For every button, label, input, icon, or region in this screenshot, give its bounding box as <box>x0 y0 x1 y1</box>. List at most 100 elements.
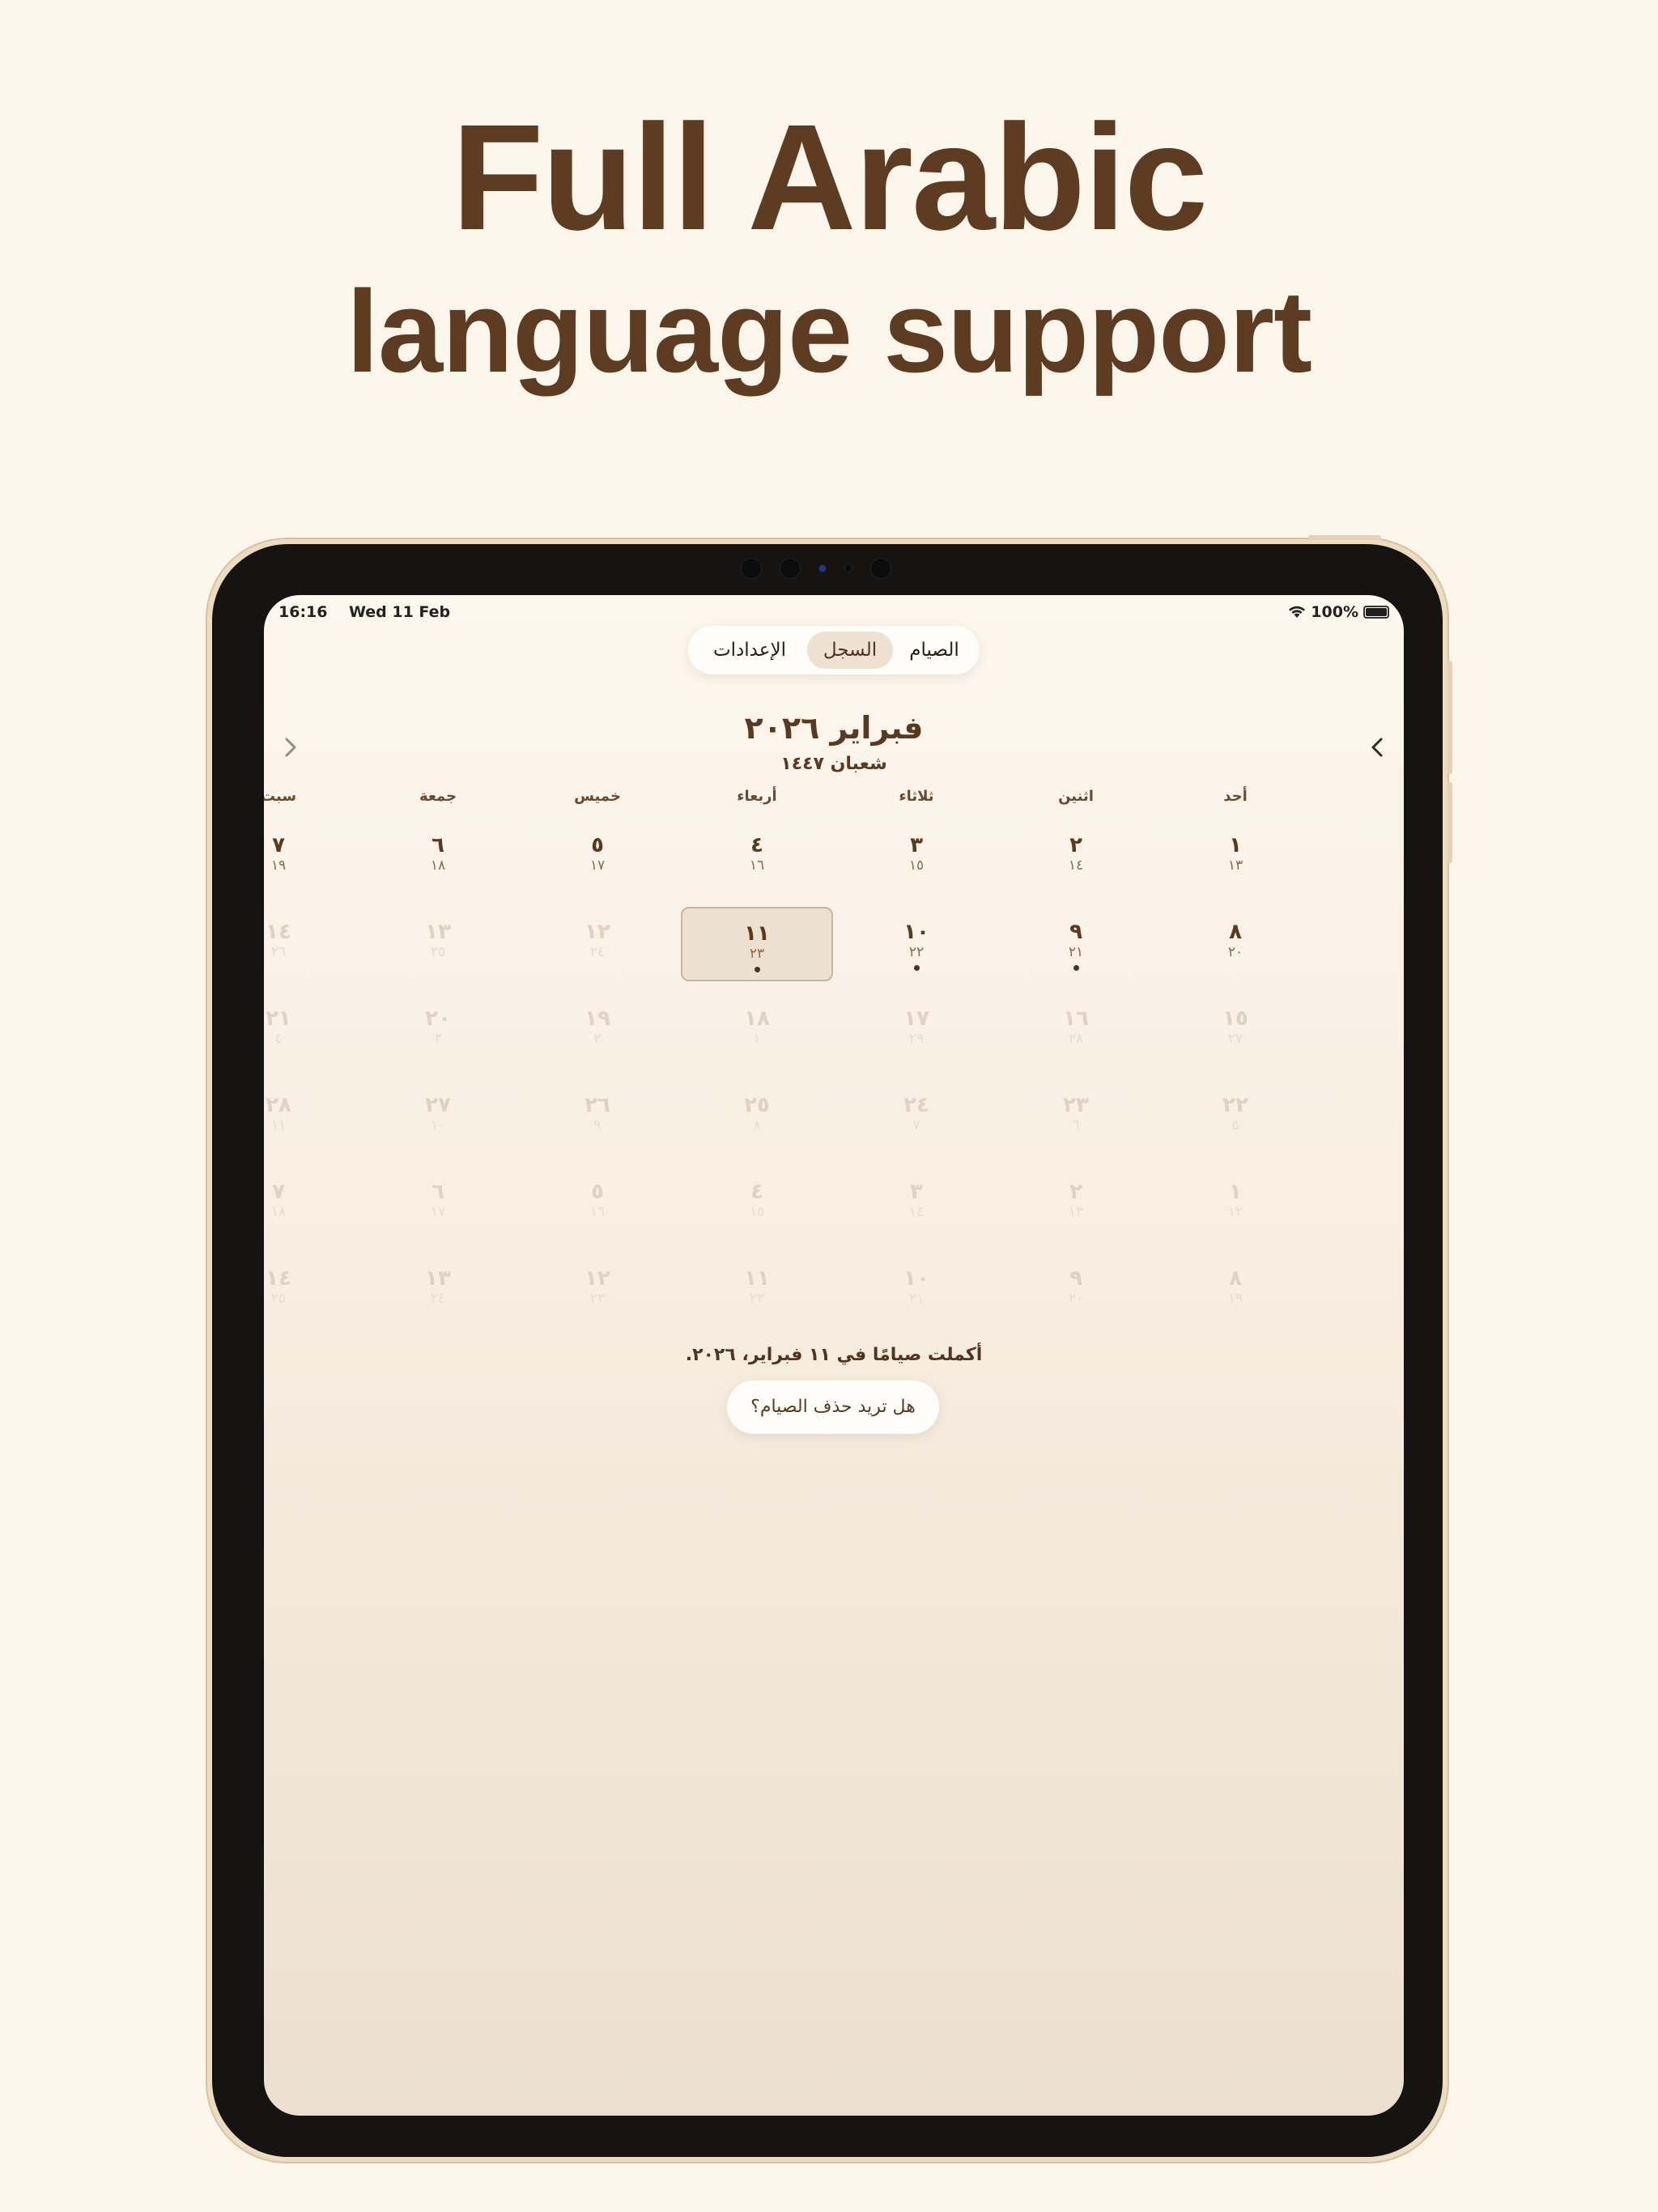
calendar-day[interactable]: ١ ١٢ <box>1159 1167 1312 1241</box>
day-number: ١٠ <box>903 920 929 944</box>
tab-fasting[interactable]: الصيام <box>894 632 975 669</box>
hijri-day-number: ١٣ <box>1227 857 1244 874</box>
day-number: ٢ <box>1069 833 1082 857</box>
calendar-day[interactable]: ١ ١٣ <box>1159 820 1312 895</box>
calendar-day[interactable]: ١٢ ٢٣ <box>521 1253 674 1328</box>
calendar-day[interactable]: ٩ ٢١ <box>1000 907 1152 981</box>
hijri-day-number: ١٤ <box>1068 857 1084 874</box>
camera-icon <box>780 558 801 579</box>
hijri-day-number: ٨ <box>753 1117 761 1134</box>
tab-settings[interactable]: الإعدادات <box>693 632 806 669</box>
ipad-device-frame: 16:16 Wed 11 Feb 100% الإعدادات السجل ال… <box>206 535 1452 2163</box>
calendar-day[interactable]: ٢١٤ <box>1000 820 1152 895</box>
calendar-day[interactable]: ١٤ ٢٥ <box>264 1253 355 1328</box>
sensor-dot-icon <box>844 564 852 572</box>
day-number: ٢٠ <box>425 1006 451 1031</box>
headline-title: Full Arabic <box>451 94 1208 262</box>
tab-history[interactable]: السجل <box>807 632 893 669</box>
weekday-label: اثنين <box>1058 788 1094 805</box>
hijri-day-number: ١٩ <box>1227 1291 1244 1307</box>
calendar-day[interactable]: ٣ ١٤ <box>840 1167 993 1241</box>
calendar-day[interactable]: ٤ ١٥ <box>681 1167 833 1241</box>
calendar-day[interactable]: ٤ ١٦ <box>681 820 833 895</box>
day-number: ٩ <box>1069 920 1082 944</box>
weekday-label: أحد <box>1223 788 1248 805</box>
calendar-day[interactable]: ١٣ ٢٤ <box>362 1253 514 1328</box>
day-number: ٣ <box>910 1180 923 1204</box>
calendar-day[interactable]: ٨ ٢٠ <box>1159 907 1312 981</box>
volume-down-button <box>1448 782 1452 863</box>
calendar-day[interactable]: ٢٤ ٧ <box>840 1080 993 1155</box>
day-number: ١٩ <box>585 1006 610 1031</box>
day-number: ٢٥ <box>744 1093 770 1117</box>
hijri-day-number: ٢٠ <box>1227 944 1244 960</box>
day-number: ٢٣ <box>1063 1093 1089 1117</box>
calendar-day[interactable]: ٥ ١٧ <box>521 820 674 895</box>
calendar-day[interactable]: ٨ ١٩ <box>1159 1253 1312 1328</box>
hijri-day-number: ٧ <box>912 1117 920 1134</box>
calendar-day[interactable]: ٢٦ ٩ <box>521 1080 674 1155</box>
calendar-day[interactable]: ٢ ١٣ <box>1000 1167 1152 1241</box>
calendar-day[interactable]: ١٢ ٢٤ <box>521 907 674 981</box>
hijri-day-number: ٦ <box>1072 1117 1080 1134</box>
volume-up-button <box>1448 661 1452 774</box>
hijri-day-number: ١٧ <box>430 1204 446 1220</box>
day-number: ١٧ <box>903 1006 929 1031</box>
calendar-grid: أحد اثنين ثلاثاء أربعاء خميس جمعة سبت ١ ١٣ ٢ ١٤ ٣ ١٥… <box>264 785 1404 1316</box>
month-title: فبراير ٢٠٢٦ <box>744 710 924 746</box>
calendar-day[interactable]: ٢٨ ١١ <box>264 1080 355 1155</box>
calendar-day[interactable]: ٢٠ ٣ <box>362 993 514 1068</box>
calendar-day[interactable]: ١٨ ١ <box>681 993 833 1068</box>
day-number: ٧ <box>272 833 285 857</box>
hijri-day-number: ٢ <box>593 1031 602 1047</box>
day-number: ٤ <box>750 1180 763 1204</box>
calendar-day[interactable]: ٧ ١٩ <box>264 820 355 895</box>
camera-lens-icon <box>818 564 827 572</box>
battery-percent: 100% <box>1311 603 1358 621</box>
sensor-icon <box>741 558 762 579</box>
calendar-day[interactable]: ٣ ١٥ <box>840 820 993 895</box>
calendar-day[interactable]: ٢٢ ٥ <box>1159 1080 1312 1155</box>
calendar-day[interactable]: ١٣ ٢٥ <box>362 907 514 981</box>
calendar-day[interactable]: ٢١٤ <box>264 993 355 1068</box>
status-time-date: 16:16 Wed 11 Feb <box>278 603 450 621</box>
calendar-day-today[interactable]: ١١ ٢٣ <box>681 907 833 981</box>
hijri-day-number: ٥ <box>1231 1117 1239 1134</box>
hijri-day-number: ١٦ <box>589 1204 606 1220</box>
hijri-day-number: ٢٤ <box>589 944 606 960</box>
calendar-day[interactable]: ١٧ ٢٩ <box>840 993 993 1068</box>
calendar-day[interactable]: ١٩ ٢ <box>521 993 674 1068</box>
weekday-label: ثلاثاء <box>899 788 934 805</box>
calendar-day[interactable]: ٢٣ ٦ <box>1000 1080 1152 1155</box>
top-button <box>1308 535 1381 540</box>
day-number: ٢٨ <box>266 1093 291 1117</box>
calendar-day[interactable]: ٩ ٢٠ <box>1000 1253 1152 1328</box>
calendar-day[interactable]: ١٠ ٢٢ <box>840 907 993 981</box>
day-number: ٩ <box>1069 1266 1082 1291</box>
hijri-day-number: ١٢ <box>1227 1204 1244 1220</box>
hijri-day-number: ٢٣ <box>589 1291 606 1307</box>
calendar-day[interactable]: ٢٥ ٨ <box>681 1080 833 1155</box>
day-number: ٨ <box>1229 1266 1242 1291</box>
hijri-day-number: ٢٢ <box>908 944 925 960</box>
hijri-day-number: ١٣ <box>1068 1204 1084 1220</box>
camera-array <box>735 554 897 583</box>
calendar-day[interactable]: ١٥ ٢٧ <box>1159 993 1312 1068</box>
hijri-day-number: ٤ <box>274 1031 283 1047</box>
hijri-day-number: ١ <box>753 1031 761 1047</box>
calendar-day[interactable]: ٧ ١٨ <box>264 1167 355 1241</box>
wifi-icon <box>1289 606 1306 618</box>
hijri-day-number: ٩ <box>593 1117 602 1134</box>
delete-fast-button[interactable]: هل تريد حذف الصيام؟ <box>727 1380 939 1434</box>
calendar-day[interactable]: ٦ ١٨ <box>362 820 514 895</box>
calendar-day[interactable]: ١٦ ٢٨ <box>1000 993 1152 1068</box>
calendar-day[interactable]: ١١ ٢٢ <box>681 1253 833 1328</box>
calendar-day[interactable]: ١٠ ٢١ <box>840 1253 993 1328</box>
day-number: ١٣ <box>425 1266 451 1291</box>
calendar-day[interactable]: ١٤ ٢٦ <box>264 907 355 981</box>
calendar-day[interactable]: ٦ ١٧ <box>362 1167 514 1241</box>
calendar-day[interactable]: ٢٧ ١٠ <box>362 1080 514 1155</box>
calendar-day[interactable]: ٥ ١٦ <box>521 1167 674 1241</box>
day-number: ٢٦ <box>585 1093 610 1117</box>
day-number: ٣ <box>910 833 923 857</box>
